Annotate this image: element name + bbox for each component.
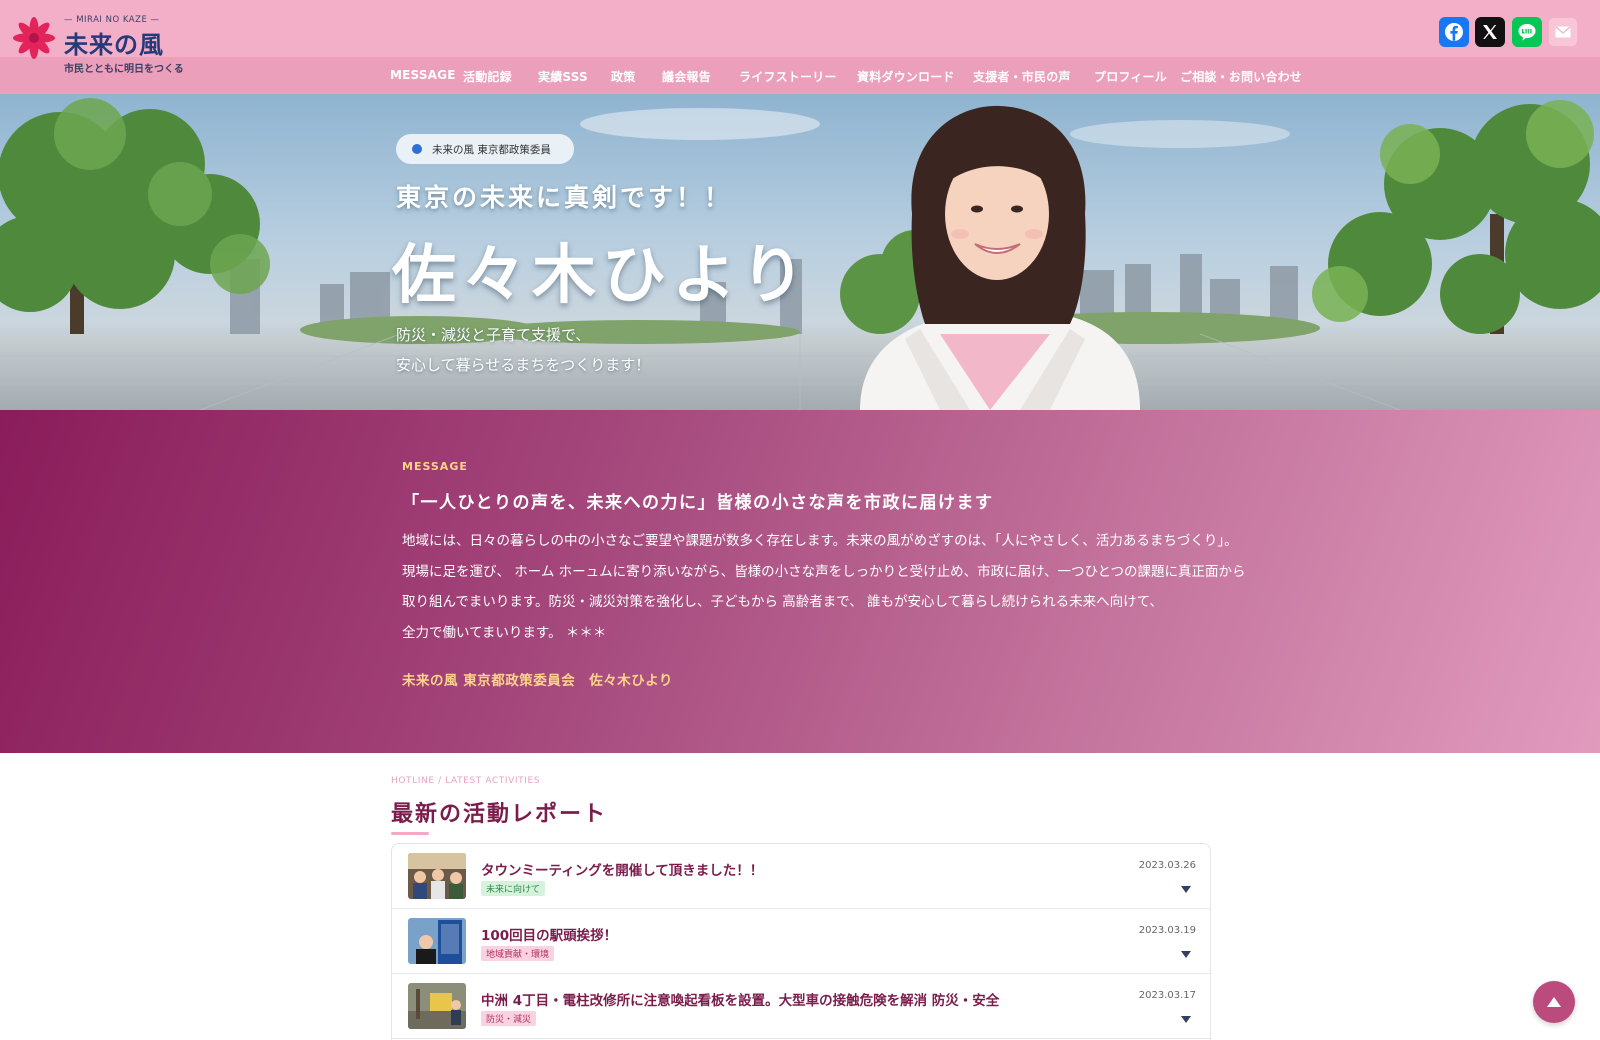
message-heading: 「一人ひとりの声を、未来への力に」皆様の小さな声を市政に届けます [402, 493, 994, 513]
nav-item-profile[interactable]: プロフィール [1094, 68, 1167, 85]
nav-item-assembly-report[interactable]: 議会報告 [662, 68, 711, 85]
message-signature: 未来の風 東京都政策委員会 佐々木ひより [402, 673, 673, 689]
hero-subtitle: 防災・減災と子育て支援で、 安心して暮らせるまちをつくります！ [396, 320, 650, 380]
line-button[interactable] [1512, 17, 1542, 47]
hero-candidate-name: 佐々木ひより [392, 239, 811, 313]
line-icon [1518, 24, 1536, 41]
x-button[interactable] [1475, 17, 1505, 47]
global-nav: MESSAGE 活動記録 実績SSS 政策 議会報告 ライフストーリー 資料ダウ… [0, 57, 1600, 94]
nav-item-supporters-voice[interactable]: 支援者・市民の声 [973, 68, 1071, 85]
message-line: 地域には、日々の暮らしの中の小さなご要望や課題が数多く存在します。未来の風がめざ… [402, 533, 1238, 549]
logo-name: 未来の風 [64, 31, 164, 59]
hero-section: 未来の風 東京都政策委員 東京の未来に真剣です！！ 佐々木ひより 防災・減災と子… [0, 94, 1600, 410]
hero-role-badge: 未来の風 東京都政策委員 [396, 134, 574, 164]
activities-section: HOTLINE / LATEST ACTIVITIES 最新の活動レポート タウ… [0, 753, 1600, 1040]
activity-thumbnail-image [408, 918, 466, 964]
chevron-down-icon[interactable] [1181, 951, 1191, 958]
chevron-down-icon[interactable] [1181, 1016, 1191, 1023]
activity-tag: 地域貢献・環境 [481, 946, 555, 961]
activity-thumbnail-image [408, 853, 466, 899]
activity-item[interactable]: 中洲 4丁目・電柱改修所に注意喚起看板を設置。大型車の接触危険を解消 防災・安全… [392, 974, 1210, 1039]
message-line: 取り組んでまいります。防災・減災対策を強化し、子どもから 高齢者まで、 誰もが安… [402, 594, 1163, 610]
hero-subtitle-line-1: 防災・減災と子育て支援で、 [396, 326, 591, 344]
x-icon [1483, 25, 1497, 39]
arrow-up-icon [1547, 997, 1561, 1007]
activity-tag: 防災・減災 [481, 1011, 537, 1026]
nav-item-policy[interactable]: 政策 [611, 68, 635, 85]
activity-title: 100回目の駅頭挨拶！ [481, 928, 618, 944]
nav-item-achievements[interactable]: 実績SSS [538, 68, 588, 85]
activity-item[interactable]: 100回目の駅頭挨拶！ 地域貢献・環境 2023.03.19 [392, 909, 1210, 974]
message-line: 全力で働いてまいります。 ＊＊＊ [402, 624, 607, 641]
heading-underline [391, 832, 429, 835]
activity-thumbnail-image [408, 983, 466, 1029]
activities-kicker: HOTLINE / LATEST ACTIVITIES [391, 776, 541, 786]
facebook-icon [1445, 23, 1463, 41]
activities-heading: 最新の活動レポート [391, 802, 608, 827]
activity-item[interactable]: タウンミーティングを開催して頂きました！！ 未来に向けて 2023.03.26 [392, 844, 1210, 909]
nav-item-message[interactable]: MESSAGE [390, 68, 456, 82]
nav-item-activity-log[interactable]: 活動記録 [463, 68, 512, 85]
activity-date: 2023.03.19 [1138, 925, 1196, 936]
activity-title: タウンミーティングを開催して頂きました！！ [481, 863, 764, 879]
chevron-down-icon[interactable] [1181, 886, 1191, 893]
nav-item-life-story[interactable]: ライフストーリー [739, 68, 837, 85]
nav-item-downloads[interactable]: 資料ダウンロード [857, 68, 955, 85]
facebook-button[interactable] [1439, 17, 1469, 47]
hero-subtitle-line-2: 安心して暮らせるまちをつくります！ [396, 356, 651, 374]
back-to-top-button[interactable] [1533, 981, 1575, 1023]
nav-item-contact[interactable]: ご相談・お問い合わせ [1180, 68, 1302, 85]
activity-list: タウンミーティングを開催して頂きました！！ 未来に向けて 2023.03.26 … [391, 843, 1211, 1040]
site-header: — MIRAI NO KAZE — 未来の風 市民とともに明日をつくる MESS… [0, 0, 1600, 94]
logo-roman-text: — MIRAI NO KAZE — [64, 15, 160, 25]
activity-date: 2023.03.17 [1138, 990, 1196, 1001]
message-section: MESSAGE 「一人ひとりの声を、未来への力に」皆様の小さな声を市政に届けます… [0, 410, 1600, 753]
message-body: 地域には、日々の暮らしの中の小さなご要望や課題が数多く存在します。未来の風がめざ… [402, 526, 1272, 648]
hero-catchphrase: 東京の未来に真剣です！！ [396, 183, 733, 212]
badge-dot-icon [412, 144, 422, 154]
activity-title: 中洲 4丁目・電柱改修所に注意喚起看板を設置。大型車の接触危険を解消 防災・安全 [481, 993, 1000, 1009]
message-line: 現場に足を運び、 ホーム ホーュムに寄り添いながら、皆様の小さな声をしっかりと受… [402, 563, 1246, 580]
activity-tag: 未来に向けて [481, 881, 546, 896]
message-kicker: MESSAGE [402, 460, 468, 473]
mail-icon [1555, 26, 1571, 38]
mail-button[interactable] [1548, 17, 1578, 47]
flower-logo-icon [13, 17, 55, 59]
hero-badge-label: 未来の風 東京都政策委員 [432, 144, 551, 156]
activity-date: 2023.03.26 [1138, 860, 1196, 871]
